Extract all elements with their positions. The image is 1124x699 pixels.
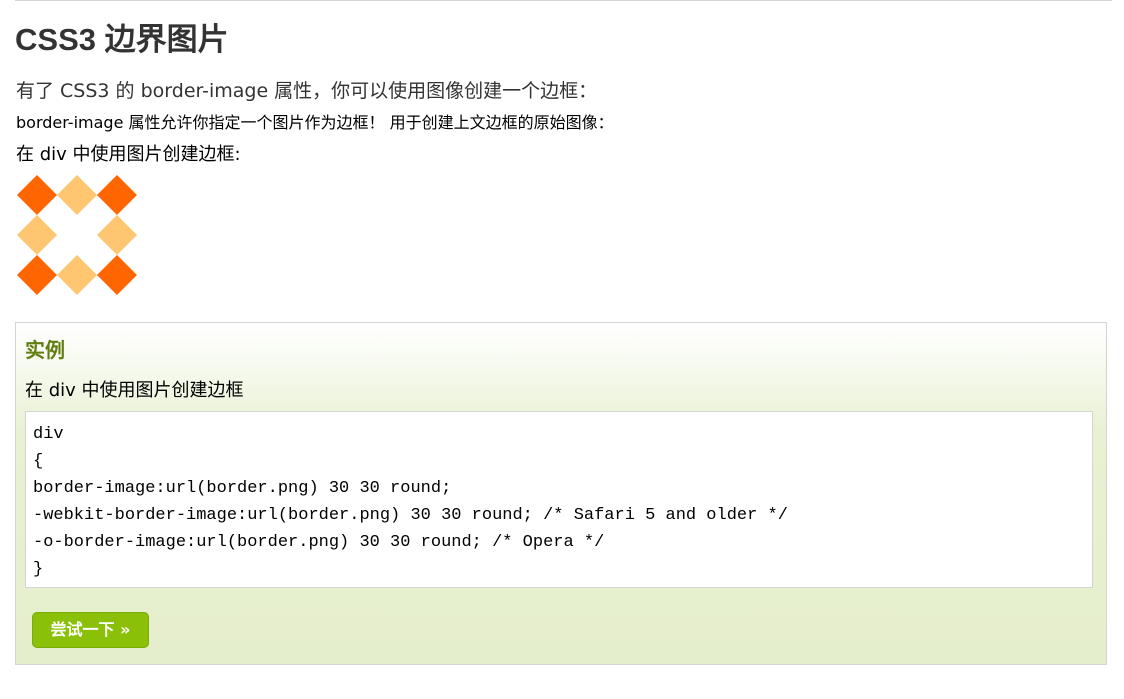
code-line: -o-border-image:url(border.png) 30 30 ro… xyxy=(33,533,605,552)
corner-diamond xyxy=(97,255,137,295)
example-description: 在 div 中使用图片创建边框 xyxy=(25,380,244,401)
page-title: CSS3 边界图片 xyxy=(15,22,229,57)
edge-diamond xyxy=(17,215,57,255)
intro-paragraph: 有了 CSS3 的 border-image 属性，你可以使用图像创建一个边框： xyxy=(16,80,598,102)
edge-diamond xyxy=(57,175,97,215)
border-image-note: border-image 属性允许你指定一个图片作为边框！ 用于创建上文边框的原… xyxy=(16,113,614,132)
example-panel: 实例 在 div 中使用图片创建边框 div { border-image:ur… xyxy=(15,322,1107,665)
edge-diamond xyxy=(97,215,137,255)
demo-caption: 在 div 中使用图片创建边框: xyxy=(16,144,241,165)
try-it-button[interactable]: 尝试一下 » xyxy=(32,612,149,648)
code-line: div xyxy=(33,425,64,444)
edge-diamond xyxy=(57,255,97,295)
code-line: -webkit-border-image:url(border.png) 30 … xyxy=(33,506,788,525)
example-heading: 实例 xyxy=(25,338,65,362)
corner-diamond xyxy=(97,175,137,215)
corner-diamond xyxy=(17,255,57,295)
code-line: border-image:url(border.png) 30 30 round… xyxy=(33,479,452,498)
code-block: div { border-image:url(border.png) 30 30… xyxy=(25,411,1093,588)
code-line: } xyxy=(33,560,44,579)
top-divider xyxy=(15,0,1112,1)
code-line: { xyxy=(33,452,44,471)
corner-diamond xyxy=(17,175,57,215)
border-image-sample xyxy=(17,175,137,295)
